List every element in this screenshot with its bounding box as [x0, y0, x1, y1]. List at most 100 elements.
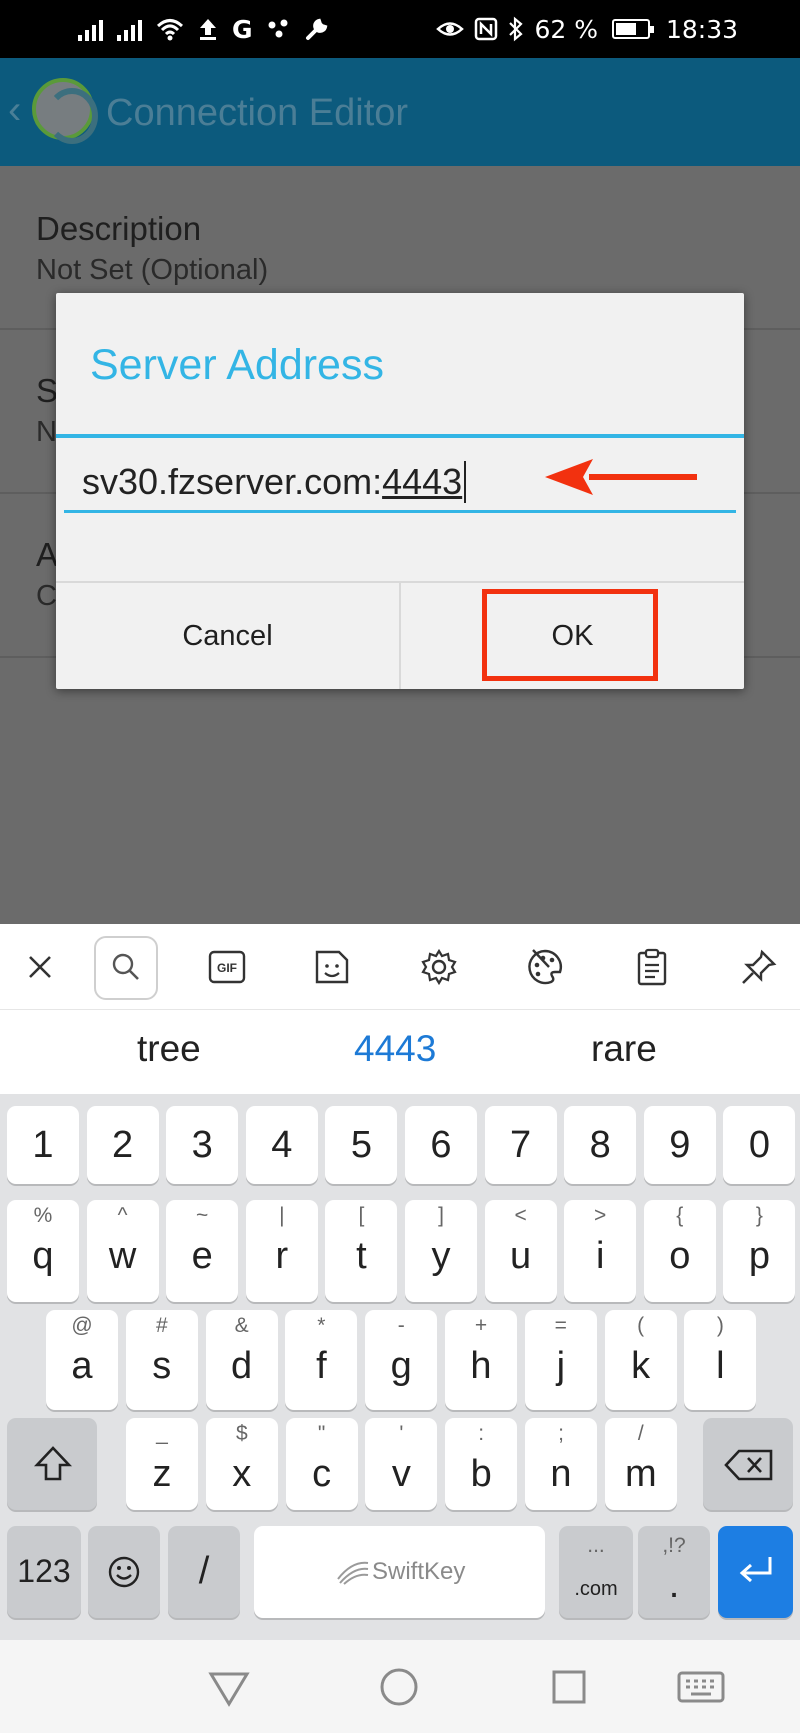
- key-2[interactable]: 2: [86, 1106, 159, 1184]
- key-s[interactable]: # s: [125, 1310, 198, 1410]
- clipboard-icon[interactable]: [627, 942, 677, 992]
- key-label: 3: [191, 1124, 213, 1166]
- key-1[interactable]: 1: [7, 1106, 79, 1184]
- keyboard-icon[interactable]: [676, 1664, 726, 1710]
- ok-annotation-box: [482, 589, 658, 681]
- setting-title: A: [36, 536, 59, 573]
- key-r[interactable]: | r: [245, 1200, 318, 1302]
- key-6[interactable]: 6: [405, 1106, 477, 1184]
- backspace-key[interactable]: [703, 1418, 793, 1510]
- key-i[interactable]: > i: [564, 1200, 637, 1302]
- key-label: f: [316, 1345, 327, 1387]
- slash-key[interactable]: /: [168, 1526, 240, 1618]
- key-label: 6: [430, 1124, 452, 1166]
- gif-icon[interactable]: GIF: [202, 942, 252, 992]
- status-right: 62 % 18:33: [436, 0, 738, 58]
- pin-icon[interactable]: [734, 942, 784, 992]
- key-label: x: [232, 1453, 252, 1495]
- status-bar: G 62 % 18:33: [0, 0, 800, 58]
- key-label: d: [231, 1345, 253, 1387]
- text-cursor: [464, 460, 467, 503]
- key-label: 9: [669, 1124, 691, 1166]
- key-z[interactable]: _ z: [126, 1418, 198, 1510]
- key-e[interactable]: ~ e: [166, 1200, 239, 1302]
- cancel-button[interactable]: Cancel: [56, 583, 399, 689]
- key-alt-label: :: [478, 1422, 485, 1445]
- sticker-icon[interactable]: [307, 942, 357, 992]
- setting-summary: N: [36, 416, 57, 448]
- key-3[interactable]: 3: [166, 1106, 239, 1184]
- suggestion-left[interactable]: tree: [137, 1028, 201, 1070]
- key-k[interactable]: (k: [604, 1310, 677, 1410]
- gif-label: GIF: [217, 961, 237, 975]
- wrench-icon: [305, 18, 327, 40]
- key-t[interactable]: [t: [325, 1200, 398, 1302]
- key-j[interactable]: = j: [524, 1310, 597, 1410]
- key-o[interactable]: {o: [643, 1200, 716, 1302]
- wifi-icon: [156, 19, 184, 41]
- key-d[interactable]: & d: [205, 1310, 278, 1410]
- dotcom-key[interactable]: ... .com: [559, 1526, 633, 1618]
- key-b[interactable]: :b: [445, 1418, 518, 1510]
- key-u[interactable]: < u: [484, 1200, 557, 1302]
- close-icon[interactable]: [15, 942, 65, 992]
- emoji-key[interactable]: [88, 1526, 160, 1618]
- key-l[interactable]: ) l: [684, 1310, 757, 1410]
- key-p[interactable]: } p: [723, 1200, 796, 1302]
- setting-summary: Not Set (Optional): [36, 254, 269, 286]
- key-v[interactable]: ' v: [365, 1418, 438, 1510]
- back-chevron-icon[interactable]: ‹: [8, 88, 21, 133]
- enter-key[interactable]: [718, 1526, 793, 1618]
- key-label: c: [312, 1453, 332, 1495]
- key-label: j: [556, 1345, 566, 1387]
- suggestion-center[interactable]: 4443: [354, 1028, 436, 1070]
- dialog-title: Server Address: [90, 341, 384, 389]
- key-5[interactable]: 5: [325, 1106, 398, 1184]
- key-alt-label: @: [71, 1314, 93, 1337]
- key-9[interactable]: 9: [643, 1106, 716, 1184]
- key-f[interactable]: * f: [285, 1310, 358, 1410]
- key-h[interactable]: + h: [445, 1310, 517, 1410]
- symbols-key[interactable]: 123: [7, 1526, 81, 1618]
- key-4[interactable]: 4: [245, 1106, 318, 1184]
- key-c[interactable]: " c: [285, 1418, 358, 1510]
- key-0[interactable]: 0: [723, 1106, 796, 1184]
- theme-palette-icon[interactable]: [520, 942, 570, 992]
- slash-key-label: /: [198, 1550, 210, 1592]
- key-a[interactable]: @ a: [46, 1310, 118, 1410]
- period-key[interactable]: ,!? .: [638, 1526, 710, 1618]
- key-y[interactable]: ] y: [405, 1200, 477, 1302]
- key-q[interactable]: % q: [7, 1200, 79, 1302]
- app-bar: ‹ Connection Editor: [0, 58, 800, 166]
- symbols-key-label: 123: [17, 1553, 71, 1589]
- signal-1-icon: [78, 17, 103, 41]
- recents-icon[interactable]: [546, 1664, 592, 1710]
- annotation-arrow-icon: [545, 459, 697, 495]
- shift-key[interactable]: [7, 1418, 97, 1510]
- battery-percent: 62 %: [534, 14, 598, 44]
- space-key[interactable]: SwiftKey: [254, 1526, 545, 1618]
- keyboard: 1234567890 % q ^ w ~ e | r[t] y < u > i{o} p @ a # s & d * f…: [0, 1094, 800, 1640]
- key-alt-label: >: [594, 1204, 607, 1227]
- back-icon[interactable]: [206, 1664, 252, 1710]
- key-n[interactable]: ; n: [525, 1418, 597, 1510]
- key-m[interactable]: / m: [604, 1418, 677, 1510]
- key-8[interactable]: 8: [564, 1106, 637, 1184]
- key-g[interactable]: -g: [365, 1310, 438, 1410]
- key-label: l: [716, 1345, 725, 1387]
- key-label: b: [470, 1453, 492, 1495]
- key-label: 4: [271, 1124, 293, 1166]
- key-label: 2: [112, 1124, 134, 1166]
- key-alt-label: #: [155, 1314, 168, 1337]
- home-icon[interactable]: [376, 1664, 422, 1710]
- key-7[interactable]: 7: [484, 1106, 557, 1184]
- page-title: Connection Editor: [106, 92, 409, 134]
- key-w[interactable]: ^ w: [86, 1200, 159, 1302]
- suggestion-right[interactable]: rare: [591, 1028, 657, 1070]
- key-alt-label: _: [156, 1422, 168, 1445]
- key-label: m: [624, 1453, 657, 1495]
- period-key-label: .: [668, 1564, 680, 1606]
- key-x[interactable]: $ x: [205, 1418, 278, 1510]
- key-label: r: [275, 1235, 289, 1277]
- settings-icon[interactable]: [414, 942, 464, 992]
